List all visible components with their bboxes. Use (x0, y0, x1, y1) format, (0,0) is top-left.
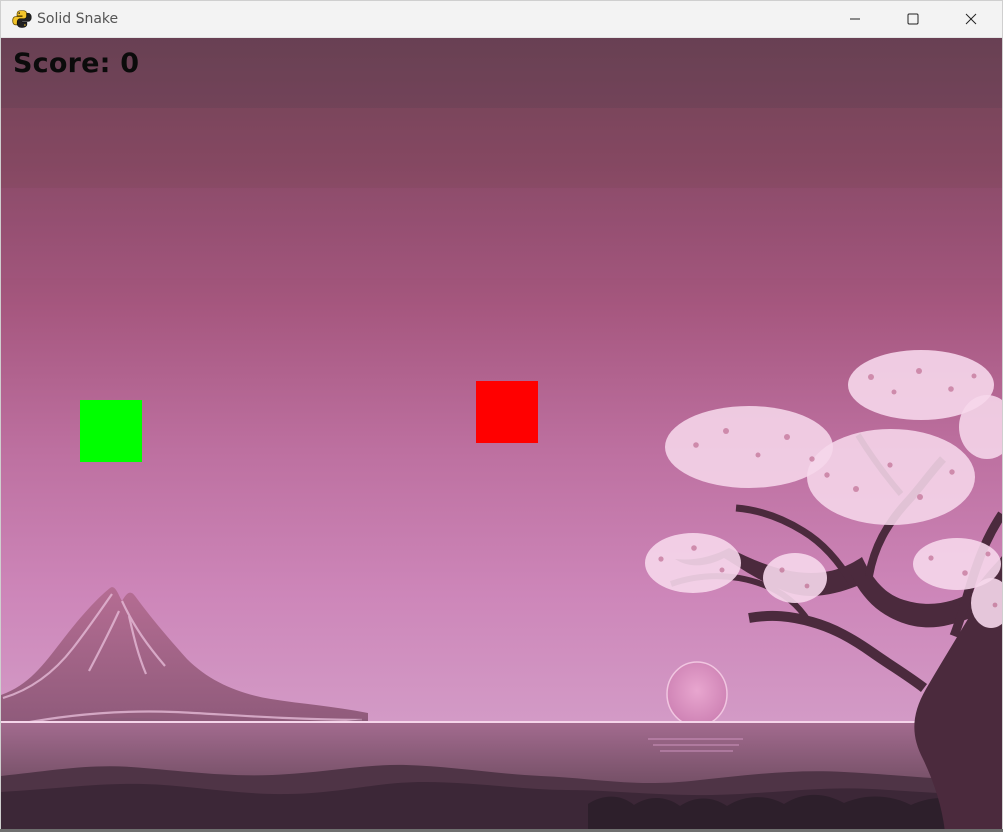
python-icon (12, 9, 32, 29)
game-window: Solid Snake Score: 0 (0, 0, 1003, 832)
window-title: Solid Snake (37, 11, 119, 27)
food-block (476, 381, 538, 443)
window-titlebar[interactable]: Solid Snake (1, 1, 1002, 38)
maximize-icon (907, 13, 919, 25)
foreground-hills (1, 764, 1002, 831)
close-button[interactable] (942, 1, 1000, 37)
close-icon (965, 13, 977, 25)
minimize-icon (850, 18, 860, 20)
game-canvas[interactable]: Score: 0 (1, 38, 1002, 831)
score-display: Score: 0 (13, 48, 140, 79)
mountain (1, 587, 368, 734)
sky-bands (1, 38, 1002, 278)
minimize-button[interactable] (826, 1, 884, 37)
sun (666, 661, 728, 727)
snake-segment (80, 400, 142, 462)
maximize-button[interactable] (884, 1, 942, 37)
